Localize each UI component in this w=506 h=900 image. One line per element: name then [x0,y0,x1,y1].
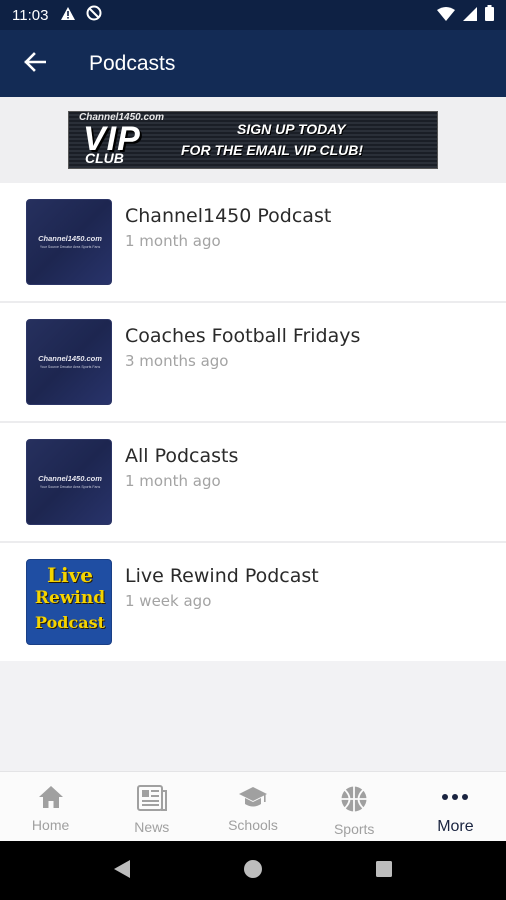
tab-more-label: More [437,818,474,835]
podcast-title: All Podcasts [125,445,239,467]
thumb-sub-text: Your Source Decatur Area Sports Fans [39,245,101,249]
tab-news[interactable]: News [101,772,202,841]
bottom-navigation: Home News Schools Sports More [0,771,506,841]
banner-area: Channel1450.com VIP CLUB SIGN UP TODAY F… [0,97,506,183]
warning-icon [60,6,76,25]
podcast-updated: 1 month ago [125,232,221,250]
home-circle-icon[interactable] [243,859,263,883]
page-title: Podcasts [89,51,176,75]
tab-sports-label: Sports [333,821,375,837]
podcast-thumbnail: Channel1450.com Your Source Decatur Area… [26,199,112,285]
back-button[interactable] [0,30,70,97]
podcast-updated: 3 months ago [125,352,229,370]
podcast-title: Live Rewind Podcast [125,565,319,587]
tab-home-label: Home [31,817,70,833]
newspaper-icon [136,785,167,815]
list-item[interactable]: Live Rewind Podcast Live Rewind Podcast … [0,543,506,661]
thumb-logo-text: Channel1450.com [38,354,102,363]
podcast-thumbnail: Channel1450.com Your Source Decatur Area… [26,319,112,405]
home-icon [38,785,64,813]
system-navigation-bar [0,841,506,900]
banner-cta-line1: SIGN UP TODAY [237,121,346,137]
recents-square-icon[interactable] [375,860,393,882]
back-triangle-icon[interactable] [113,859,131,883]
battery-icon [485,5,494,25]
tab-schools-label: Schools [228,817,278,833]
tab-news-label: News [134,819,170,835]
podcast-list: Channel1450.com Your Source Decatur Area… [0,183,506,661]
graduation-cap-icon [238,785,268,813]
no-sim-icon [86,5,102,25]
status-time: 11:03 [12,6,49,24]
podcast-title: Coaches Football Fridays [125,325,361,347]
podcast-title: Channel1450 Podcast [125,205,332,227]
thumb-line-podcast: Podcast [35,613,105,632]
thumb-sub-text: Your Source Decatur Area Sports Fans [39,485,101,489]
basketball-icon [340,785,368,817]
signal-icon [463,6,477,25]
thumb-logo-text: Channel1450.com [38,474,102,483]
vip-club-banner[interactable]: Channel1450.com VIP CLUB SIGN UP TODAY F… [68,111,438,169]
list-item[interactable]: Channel1450.com Your Source Decatur Area… [0,423,506,543]
list-item[interactable]: Channel1450.com Your Source Decatur Area… [0,303,506,423]
thumb-sub-text: Your Source Decatur Area Sports Fans [39,365,101,369]
thumb-logo-text: Channel1450.com [38,234,102,243]
podcast-updated: 1 month ago [125,472,221,490]
more-dots-icon [440,785,470,815]
tab-schools[interactable]: Schools [202,772,303,841]
banner-cta-line2: FOR THE EMAIL VIP CLUB! [181,142,363,158]
tab-sports[interactable]: Sports [304,772,405,841]
banner-club: CLUB [85,150,124,166]
podcast-thumbnail: Live Rewind Podcast [26,559,112,645]
podcast-updated: 1 week ago [125,592,212,610]
list-item[interactable]: Channel1450.com Your Source Decatur Area… [0,183,506,303]
thumb-line-rewind: Rewind [34,588,106,608]
tab-home[interactable]: Home [0,772,101,841]
arrow-left-icon [24,51,47,76]
app-bar: Podcasts [0,30,506,97]
status-bar: 11:03 [0,0,506,30]
thumb-line-live: Live [46,563,93,587]
wifi-icon [437,6,455,25]
tab-more[interactable]: More [405,772,506,841]
podcast-thumbnail: Channel1450.com Your Source Decatur Area… [26,439,112,525]
